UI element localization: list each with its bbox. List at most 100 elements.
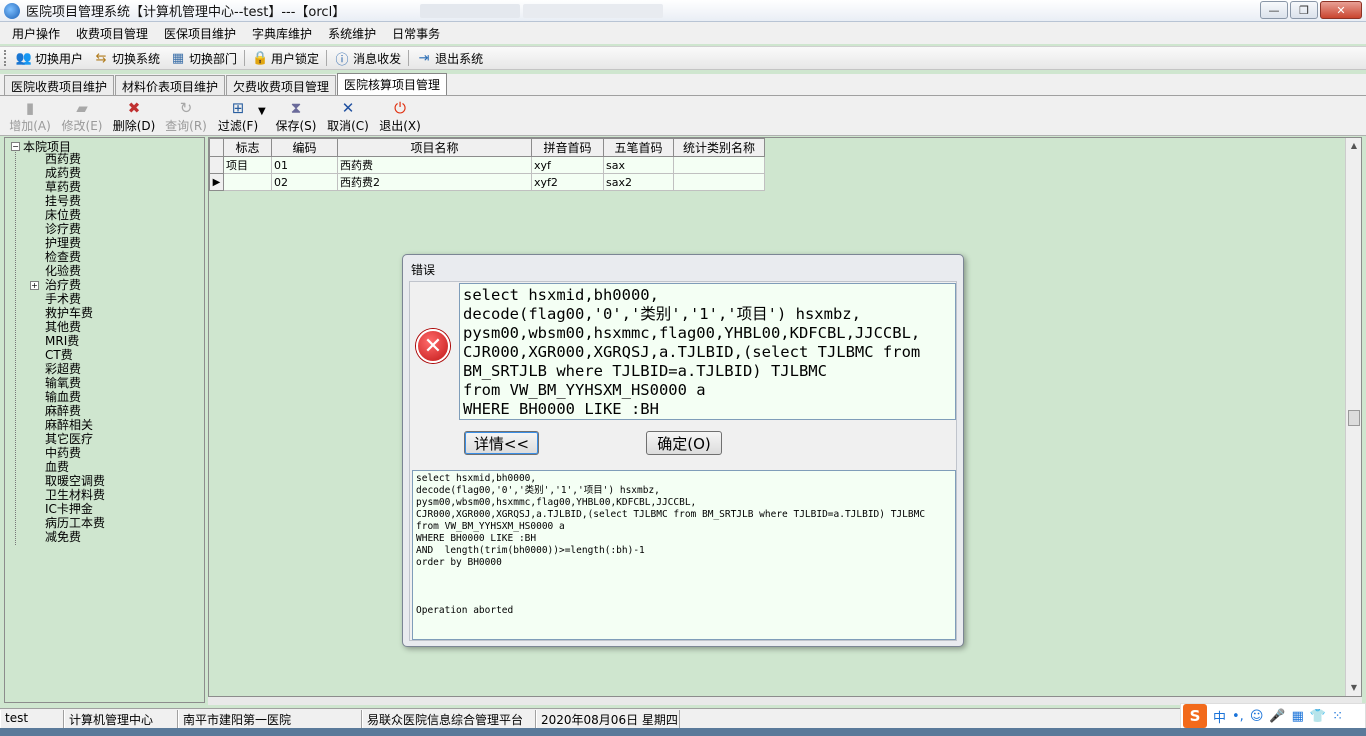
punctuation-icon[interactable]: •, [1232,709,1244,724]
add-button[interactable]: ▮ 增加(A) [4,96,56,134]
switch-system-button[interactable]: ⇆ 切换系统 [88,48,165,68]
tree-item[interactable]: 麻醉相关 [45,418,93,432]
tree-item[interactable]: IC卡押金 [45,502,93,516]
cell-name[interactable]: 西药费 [337,156,532,174]
tree-item[interactable]: 化验费 [45,264,81,278]
scroll-up-icon[interactable]: ▲ [1346,138,1362,154]
tab-accounting-items[interactable]: 医院核算项目管理 [337,73,448,95]
menu-dictionary[interactable]: 字典库维护 [244,25,320,42]
tree-item[interactable]: 救护车费 [45,306,93,320]
minimize-button[interactable]: — [1260,1,1288,19]
tree-item[interactable]: 病历工本费 [45,516,105,530]
edit-button[interactable]: ▰ 修改(E) [56,96,108,134]
scroll-down-icon[interactable]: ▼ [1346,680,1362,696]
column-header-wubi[interactable]: 五笔首码 [603,138,674,157]
expand-icon[interactable]: + [30,281,39,290]
tree-item[interactable]: 输血费 [45,390,81,404]
vertical-scrollbar[interactable]: ▲ ▼ [1345,138,1361,696]
exit-button[interactable]: ⏻ 退出(X) [374,96,426,134]
table-row[interactable]: 项目 01 西药费 xyf sax [209,156,765,174]
exit-system-button[interactable]: ⇥ 退出系统 [411,48,488,68]
tools-icon[interactable]: ⁙ [1332,709,1343,724]
sogou-logo-icon[interactable]: S [1183,704,1207,728]
microphone-icon[interactable]: 🎤 [1269,709,1285,724]
ime-mode-toggle[interactable]: 中 [1213,707,1226,726]
cell-wubi[interactable]: sax2 [603,173,674,191]
column-header-code[interactable]: 编码 [271,138,338,157]
column-header-category[interactable]: 统计类别名称 [673,138,765,157]
switch-user-button[interactable]: 👥 切换用户 [11,48,88,68]
scroll-thumb[interactable] [1348,410,1360,426]
tree-item[interactable]: 输氧费 [45,376,81,390]
save-button[interactable]: ⧗ 保存(S) [270,96,322,134]
switch-dept-button[interactable]: ▦ 切换部门 [165,48,242,68]
tree-item[interactable]: 手术费 [45,292,81,306]
cell-code[interactable]: 01 [271,156,338,174]
save-icon: ⧗ [290,99,302,117]
tree-item[interactable]: MRI费 [45,334,79,348]
cell-category[interactable] [673,156,765,174]
tab-arrears-fee-items[interactable]: 欠费收费项目管理 [226,75,337,95]
tree-item[interactable]: 检查费 [45,250,81,264]
maximize-button[interactable]: ❐ [1290,1,1318,19]
filter-button[interactable]: ⊞ 过滤(F) [212,96,264,134]
tree-item[interactable]: 西药费 [45,152,81,166]
keyboard-icon[interactable]: ▦ [1292,709,1304,724]
tree-item[interactable]: 其它医疗 [45,432,93,446]
tree-item[interactable]: 中药费 [45,446,81,460]
item-tree[interactable]: − 本院项目 西药费 成药费 草药费 挂号费 床位费 诊疗费 护理费 检查费 化验费 + 治疗费 手术… [4,137,205,703]
details-button[interactable]: 详情<< [464,431,539,455]
tree-item[interactable]: 护理费 [45,236,81,250]
cell-code[interactable]: 02 [271,173,338,191]
toolbar-separator [326,50,328,66]
menu-fee-items[interactable]: 收费项目管理 [68,25,156,42]
cell-flag[interactable] [223,173,272,191]
cancel-button[interactable]: ✕ 取消(C) [322,96,374,134]
tab-material-price-items[interactable]: 材料价表项目维护 [115,75,226,95]
tree-item[interactable]: 挂号费 [45,194,81,208]
tree-item-label: 草药费 [45,180,82,194]
tree-item[interactable]: 血费 [45,460,69,474]
delete-button[interactable]: ✖ 删除(D) [108,96,160,134]
tree-item[interactable]: 卫生材料费 [45,488,105,502]
menu-system[interactable]: 系统维护 [320,25,384,42]
menu-daily[interactable]: 日常事务 [384,25,448,42]
menu-insurance-items[interactable]: 医保项目维护 [156,25,244,42]
tree-item[interactable]: 床位费 [45,208,81,222]
tree-item-label: 西药费 [45,152,82,166]
messages-button[interactable]: ⓘ 消息收发 [329,48,406,68]
tree-item[interactable]: 取暖空调费 [45,474,105,488]
error-details[interactable]: select hsxmid,bh0000, decode(flag00,'0',… [412,470,956,640]
tree-item[interactable]: 彩超费 [45,362,81,376]
cell-category[interactable] [673,173,765,191]
column-header-pinyin[interactable]: 拼音首码 [531,138,604,157]
cell-pinyin[interactable]: xyf [531,156,604,174]
menu-user-ops[interactable]: 用户操作 [4,25,68,42]
tree-item[interactable]: 其他费 [45,320,81,334]
cell-wubi[interactable]: sax [603,156,674,174]
column-header-flag[interactable]: 标志 [223,138,272,157]
tab-hospital-fee-items[interactable]: 医院收费项目维护 [4,75,115,95]
cell-name[interactable]: 西药费2 [337,173,532,191]
tree-item[interactable]: 麻醉费 [45,404,81,418]
tree-item[interactable]: 减免费 [45,530,81,544]
emoji-icon[interactable]: ☺ [1250,709,1264,724]
cell-pinyin[interactable]: xyf2 [531,173,604,191]
tree-item[interactable]: CT费 [45,348,73,362]
error-icon: ✕ [416,329,450,363]
cell-flag[interactable]: 项目 [223,156,272,174]
close-button[interactable]: ✕ [1320,1,1362,19]
column-header-name[interactable]: 项目名称 [337,138,532,157]
filter-label: 过滤(F) [217,119,259,133]
filter-dropdown-icon[interactable]: ▼ [258,106,270,117]
table-row[interactable]: ▶ 02 西药费2 xyf2 sax2 [209,173,765,191]
skin-icon[interactable]: 👕 [1310,709,1326,724]
tree-item[interactable]: + 治疗费 [30,278,81,292]
toolbar-grip[interactable] [4,50,7,66]
tree-item[interactable]: 草药费 [45,180,81,194]
ok-button[interactable]: 确定(O) [646,431,722,455]
query-button[interactable]: ↻ 查询(R) [160,96,212,134]
tree-item[interactable]: 诊疗费 [45,222,81,236]
tree-item[interactable]: 成药费 [45,166,81,180]
lock-user-button[interactable]: 🔒 用户锁定 [247,48,324,68]
